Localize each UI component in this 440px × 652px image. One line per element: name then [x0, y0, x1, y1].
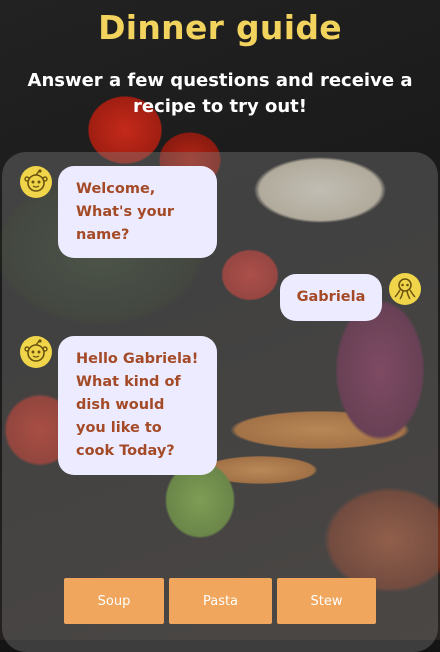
bot-face-icon — [20, 166, 52, 198]
bot-face-icon — [20, 336, 52, 368]
stew-option-button[interactable]: Stew — [277, 578, 376, 624]
message-text: Gabriela — [296, 289, 366, 305]
page-subtitle: Answer a few questions and receive a rec… — [27, 70, 413, 117]
chat-message-bot: Hello Gabriela! What kind of dish would … — [58, 336, 217, 475]
dish-options: Soup Pasta Stew — [64, 578, 376, 624]
message-text: Hello Gabriela! What kind of dish would … — [76, 351, 199, 459]
soup-option-button[interactable]: Soup — [64, 578, 164, 624]
chat-message-user: Gabriela — [280, 274, 382, 321]
pasta-option-button[interactable]: Pasta — [169, 578, 272, 624]
message-text: Welcome, What's your name? — [76, 181, 175, 243]
chat-message-bot: Welcome, What's your name? — [58, 166, 217, 258]
octopus-icon — [389, 273, 421, 305]
page-title: Dinner guide — [98, 8, 342, 47]
